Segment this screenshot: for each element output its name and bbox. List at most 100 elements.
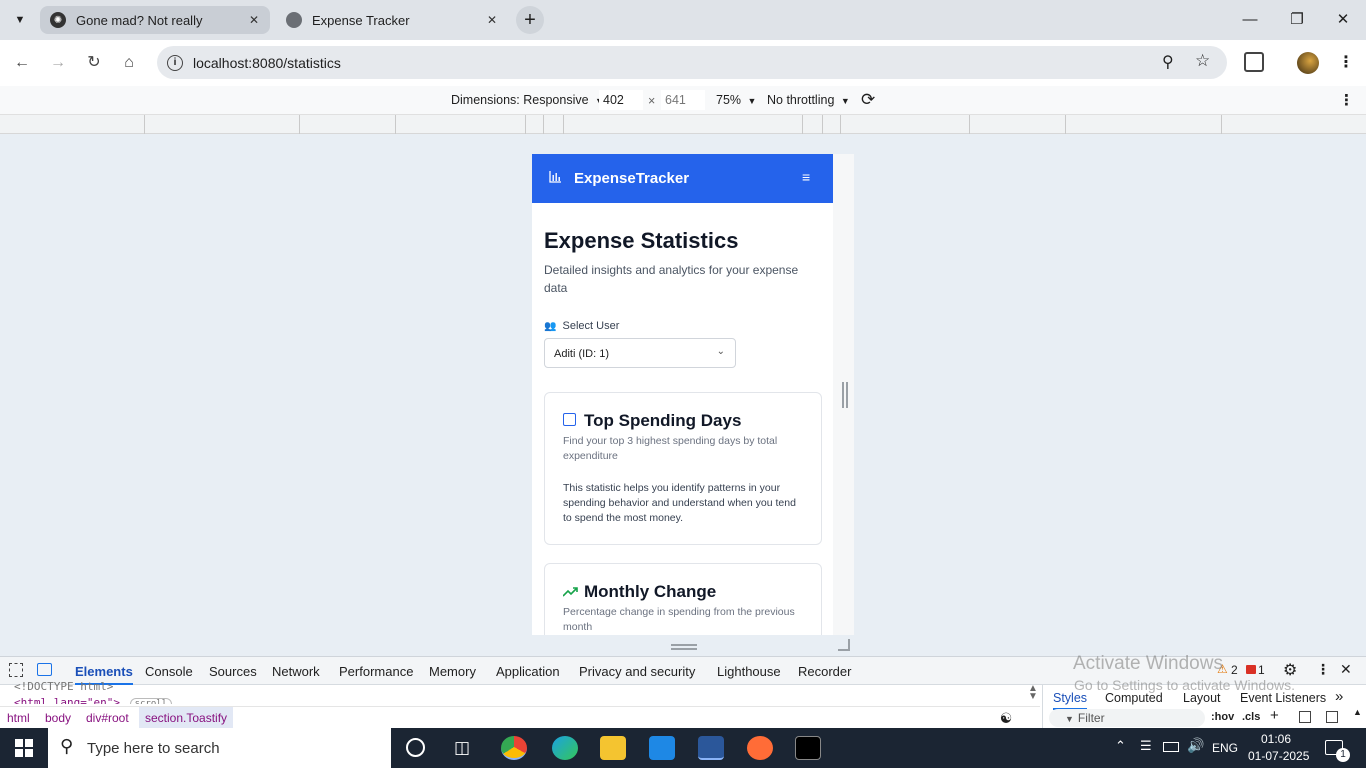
breadcrumb-item[interactable]: div#root <box>86 711 129 725</box>
breadcrumb-item[interactable]: body <box>45 711 71 725</box>
windows-start-icon[interactable] <box>15 739 33 760</box>
forward-icon[interactable]: → <box>47 52 69 74</box>
close-tab-icon[interactable]: ✕ <box>246 12 262 28</box>
dom-code-line[interactable]: <html lang="en"> scroll <box>14 696 173 704</box>
layout-tab[interactable]: Layout <box>1183 691 1221 705</box>
word-app-icon[interactable] <box>698 736 724 760</box>
edge-app-icon[interactable] <box>552 736 578 760</box>
close-devtools-icon[interactable]: ✕ <box>1340 661 1352 678</box>
computed-tab[interactable]: Computed <box>1105 691 1163 705</box>
clock-time[interactable]: 01:06 <box>1261 732 1291 746</box>
error-count[interactable]: 1 <box>1258 663 1265 677</box>
devtools-menu-icon[interactable]: ⋮ <box>1316 661 1330 678</box>
rotate-icon[interactable]: ⟳ <box>861 90 875 110</box>
reload-icon[interactable]: ↻ <box>83 52 105 74</box>
filter-icon: ▼ <box>1065 714 1074 724</box>
accessibility-icon[interactable]: ☯ <box>994 707 1018 729</box>
sidebar-toggle-icon[interactable] <box>1326 711 1338 723</box>
resize-handle-bottom[interactable] <box>671 644 697 650</box>
battery-icon[interactable] <box>1163 742 1179 752</box>
site-info-icon[interactable]: i <box>167 55 183 71</box>
tab-application[interactable]: Application <box>496 664 560 679</box>
monthly-change-card[interactable]: Monthly Change Percentage change in spen… <box>544 563 822 635</box>
cls-toggle[interactable]: .cls <box>1242 711 1260 723</box>
resize-corner-icon[interactable] <box>838 639 850 651</box>
network-icon[interactable]: ☰ <box>1140 738 1152 754</box>
tab-gone-mad[interactable]: ✺ Gone mad? Not really ✕ <box>40 6 270 34</box>
height-input[interactable]: 641 <box>661 90 705 110</box>
media-query-ruler[interactable] <box>0 115 1366 134</box>
tab-search-button[interactable]: ▼ <box>10 10 30 30</box>
width-input[interactable]: 402 <box>599 90 643 110</box>
device-toggle-icon[interactable] <box>37 663 52 676</box>
device-toolbar-menu-icon[interactable]: ⋮ <box>1339 91 1354 109</box>
search-icon: ⚲ <box>60 736 74 756</box>
hov-toggle[interactable]: :hov <box>1211 711 1234 723</box>
dom-code-line[interactable]: <!DOCTYPE html> <box>14 680 113 690</box>
warning-count[interactable]: 2 <box>1231 663 1238 677</box>
language-indicator[interactable]: ENG <box>1212 741 1238 755</box>
zoom-icon[interactable]: ⚲ <box>1162 52 1174 72</box>
error-icon[interactable] <box>1246 665 1256 674</box>
tab-console[interactable]: Console <box>145 664 193 679</box>
card-subtitle: Percentage change in spending from the p… <box>563 606 795 633</box>
app-brand[interactable]: ExpenseTracker <box>574 170 689 187</box>
select-user-label-row: 👥 Select User <box>544 320 619 332</box>
address-bar[interactable]: i localhost:8080/statistics ⚲ ☆ <box>157 46 1227 79</box>
breadcrumb-item[interactable]: html <box>7 711 30 725</box>
tab-lighthouse[interactable]: Lighthouse <box>717 664 781 679</box>
activate-windows-subtitle: Go to Settings to activate Windows. <box>1074 677 1295 693</box>
new-tab-button[interactable]: + <box>516 6 544 34</box>
scroll-badge[interactable]: scroll <box>129 698 173 704</box>
browser-menu-icon[interactable]: ⋮ <box>1338 52 1354 72</box>
trending-up-icon <box>562 585 578 600</box>
tab-network[interactable]: Network <box>272 664 320 679</box>
task-view-icon[interactable]: ◫ <box>454 738 470 758</box>
resize-handle-right[interactable] <box>842 382 848 408</box>
throttling-dropdown[interactable]: No throttling ▼ <box>767 93 850 107</box>
tab-expense-tracker[interactable]: Expense Tracker ✕ <box>276 6 508 34</box>
bookmark-star-icon[interactable]: ☆ <box>1195 51 1210 71</box>
tab-privacy-security[interactable]: Privacy and security <box>579 664 695 679</box>
profile-avatar[interactable] <box>1297 52 1319 74</box>
restore-icon[interactable]: ❐ <box>1285 8 1309 32</box>
user-select-value: Aditi (ID: 1) <box>554 348 610 360</box>
close-tab-icon[interactable]: ✕ <box>484 12 500 28</box>
breadcrumb-item-selected[interactable]: section.Toastify <box>139 707 234 729</box>
postman-app-icon[interactable] <box>747 736 773 760</box>
tab-memory[interactable]: Memory <box>429 664 476 679</box>
vscode-app-icon[interactable] <box>649 736 675 760</box>
close-window-icon[interactable]: ✕ <box>1331 8 1355 32</box>
add-style-rule-icon[interactable]: + <box>1270 707 1279 724</box>
taskbar-search-box[interactable]: ⚲ Type here to search <box>48 728 391 768</box>
clock-date[interactable]: 01-07-2025 <box>1248 749 1309 763</box>
tab-performance[interactable]: Performance <box>339 664 413 679</box>
inspect-element-icon[interactable] <box>9 663 23 677</box>
home-icon[interactable]: ⌂ <box>118 52 140 74</box>
event-listeners-tab[interactable]: Event Listeners <box>1240 691 1326 705</box>
scroll-up-icon[interactable]: ▲ <box>1353 707 1362 717</box>
tab-recorder[interactable]: Recorder <box>798 664 851 679</box>
cortana-icon[interactable] <box>406 738 425 757</box>
extensions-icon[interactable] <box>1244 52 1264 72</box>
show-hidden-icons[interactable]: ⌃ <box>1115 738 1126 754</box>
tab-sources[interactable]: Sources <box>209 664 257 679</box>
volume-icon[interactable]: 🔊 <box>1187 737 1204 754</box>
top-spending-days-card[interactable]: Top Spending Days Find your top 3 highes… <box>544 392 822 545</box>
styles-filter-input[interactable]: ▼ Filter <box>1049 709 1205 727</box>
dimension-separator: × <box>648 94 656 108</box>
minimize-icon[interactable]: — <box>1238 8 1262 32</box>
chrome-app-icon[interactable] <box>501 736 527 760</box>
back-icon[interactable]: ← <box>11 52 33 74</box>
dimensions-dropdown[interactable]: Dimensions: Responsive ▼ <box>451 93 604 107</box>
styles-tab[interactable]: Styles <box>1053 691 1088 710</box>
splitter-icon[interactable]: ▲ ▼ <box>1028 684 1038 702</box>
terminal-app-icon[interactable] <box>795 736 821 760</box>
zoom-dropdown[interactable]: 75% ▼ <box>716 93 756 107</box>
user-select[interactable]: Aditi (ID: 1) ⌄ <box>544 338 736 368</box>
more-tabs-icon[interactable]: » <box>1335 688 1343 705</box>
url-text[interactable]: localhost:8080/statistics <box>193 55 341 71</box>
file-explorer-icon[interactable] <box>600 736 626 760</box>
hamburger-menu-icon[interactable]: ≡ <box>802 169 810 185</box>
computed-styles-toggle-icon[interactable] <box>1299 711 1311 723</box>
